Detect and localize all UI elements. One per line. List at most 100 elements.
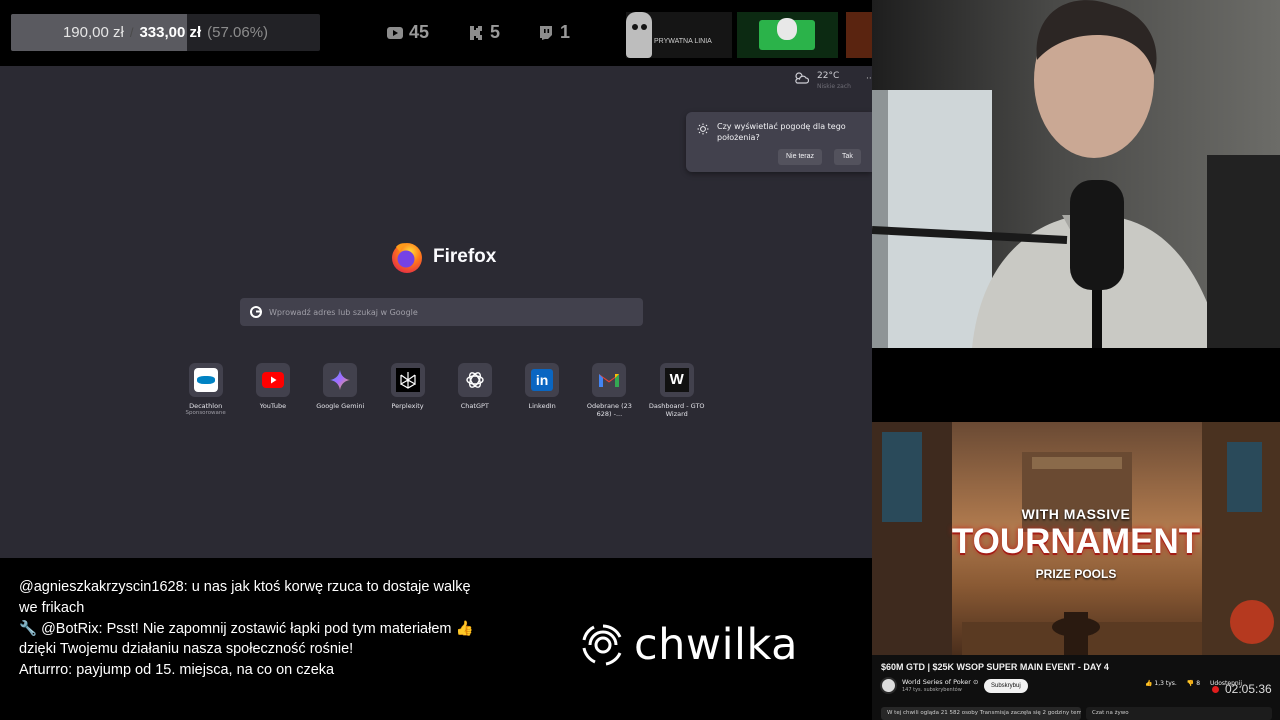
youtube-icon bbox=[387, 26, 403, 39]
spiral-logo-icon bbox=[582, 624, 622, 666]
chat-overlay: @agnieszkakrzyscin1628: u nas jak ktoś k… bbox=[0, 558, 872, 720]
shortcut-label: Google Gemini bbox=[316, 402, 365, 410]
thumbs-down-icon: 👎 bbox=[1186, 680, 1195, 687]
video-caption-bottom: PRIZE POOLS bbox=[1035, 567, 1117, 581]
shortcut-decathlon[interactable]: Decathlon Sponsorowane bbox=[172, 363, 239, 418]
perplexity-icon bbox=[395, 368, 420, 392]
kick-viewer-count: 5 bbox=[468, 22, 500, 43]
stream-timer: 02:05:36 bbox=[1225, 682, 1272, 696]
partial-thumbnail bbox=[846, 12, 872, 58]
youtube-icon bbox=[261, 372, 284, 388]
dislike-button[interactable]: 👎 8 bbox=[1187, 680, 1200, 687]
chat-messages: @agnieszkakrzyscin1628: u nas jak ktoś k… bbox=[19, 577, 489, 681]
sun-icon bbox=[697, 123, 709, 135]
kick-icon bbox=[470, 25, 482, 40]
live-chat-header[interactable]: Czat na żywo bbox=[1086, 707, 1272, 720]
like-count: 1,3 tys. bbox=[1154, 680, 1177, 687]
shortcut-label: Perplexity bbox=[391, 402, 424, 410]
youtube-video-player[interactable]: WITH MASSIVE TOURNAMENT PRIZE POOLS bbox=[872, 422, 1280, 655]
live-info: W tej chwili ogląda 21 582 osoby Transmi… bbox=[881, 707, 1081, 720]
shortcut-gto-wizard[interactable]: W Dashboard - GTO Wizard bbox=[643, 363, 710, 418]
shortcut-label: Decathlon bbox=[189, 402, 223, 410]
channel-avatar[interactable] bbox=[880, 677, 897, 694]
gmail-icon bbox=[599, 374, 620, 387]
video-caption-main: TOURNAMENT bbox=[951, 522, 1201, 561]
shortcut-tile-box bbox=[457, 363, 492, 397]
shortcut-tile-box: W bbox=[659, 363, 694, 397]
sponsored-label: Sponsorowane bbox=[185, 410, 226, 416]
shortcut-tile-box bbox=[188, 363, 223, 397]
firefox-new-tab: 22°C Niskie zach ··· Czy wyświetlać pogo… bbox=[0, 66, 872, 558]
like-button[interactable]: 👍 1,3 tys. bbox=[1145, 680, 1177, 687]
thumbs-up-icon: 👍 bbox=[1145, 680, 1153, 687]
twitch-viewer-value: 1 bbox=[560, 22, 571, 42]
not-now-button[interactable]: Nie teraz bbox=[778, 149, 823, 165]
youtube-panel: WITH MASSIVE TOURNAMENT PRIZE POOLS $60M… bbox=[872, 422, 1280, 720]
stream-top-bar: 190,00 zł / 333,00 zł (57.06%) 45 5 1 PR… bbox=[0, 0, 872, 66]
shortcut-tile-box bbox=[255, 363, 290, 397]
weather-temperature: 22°C bbox=[817, 71, 840, 81]
firefox-logo: Firefox bbox=[389, 239, 496, 275]
weather-description: Niskie zach bbox=[817, 83, 851, 90]
shortcut-tile-box bbox=[390, 363, 425, 397]
weather-location-popup: Czy wyświetlać pogodę dla tego położenia… bbox=[686, 112, 872, 172]
donation-goal-text: 190,00 zł / 333,00 zł (57.06%) bbox=[11, 14, 320, 51]
channel-name[interactable]: World Series of Poker ⊙ bbox=[902, 678, 978, 686]
subscribe-button[interactable]: Subskrybuj bbox=[984, 679, 1028, 693]
mask-icon bbox=[626, 12, 652, 58]
dislike-count: 8 bbox=[1196, 680, 1201, 687]
search-input[interactable] bbox=[269, 307, 629, 317]
goal-target: 333,00 zł bbox=[139, 24, 202, 41]
search-bar[interactable] bbox=[240, 298, 643, 326]
chat-message: @agnieszkakrzyscin1628: u nas jak ktoś k… bbox=[19, 579, 471, 616]
firefox-wordmark: Firefox bbox=[433, 246, 497, 267]
youtube-viewer-count: 45 bbox=[387, 22, 429, 43]
kick-viewer-value: 5 bbox=[490, 22, 501, 42]
twitch-icon bbox=[540, 25, 552, 40]
top-sites: Decathlon Sponsorowane YouTube Google Ge… bbox=[172, 363, 710, 418]
portrait-icon bbox=[777, 18, 797, 40]
shortcut-perplexity[interactable]: Perplexity bbox=[374, 363, 441, 418]
brand-name: chwilka bbox=[634, 620, 798, 670]
linkedin-icon: in bbox=[531, 369, 554, 391]
streamer-image bbox=[872, 0, 1280, 348]
recording-dot-icon bbox=[1212, 686, 1219, 693]
shortcut-linkedin[interactable]: in LinkedIn bbox=[508, 363, 575, 418]
yes-button[interactable]: Tak bbox=[834, 149, 861, 165]
brand-logo: chwilka bbox=[580, 620, 798, 670]
decathlon-icon bbox=[193, 368, 218, 392]
weather-widget[interactable]: 22°C Niskie zach bbox=[793, 71, 851, 90]
shortcut-tile-box: in bbox=[525, 363, 560, 397]
shortcut-youtube[interactable]: YouTube bbox=[239, 363, 306, 418]
webcam-feed bbox=[872, 0, 1280, 348]
popup-message: Czy wyświetlać pogodę dla tego położenia… bbox=[717, 122, 846, 142]
gemini-icon bbox=[330, 370, 351, 390]
shortcut-tile-box bbox=[323, 363, 358, 397]
twitch-viewer-count: 1 bbox=[538, 22, 570, 43]
shortcut-label: Odebrane (23 628) -... bbox=[586, 402, 632, 418]
goal-percent: (57.06%) bbox=[207, 24, 269, 41]
youtube-viewer-value: 45 bbox=[409, 22, 430, 42]
shortcut-label: Dashboard - GTO Wizard bbox=[648, 402, 705, 418]
gto-wizard-icon: W bbox=[664, 368, 689, 392]
chat-message: 🔧 @BotRix: Psst! Nie zapomnij zostawić ł… bbox=[19, 620, 474, 658]
video-title: $60M GTD | $25K WSOP SUPER MAIN EVENT - … bbox=[881, 662, 1109, 672]
google-icon bbox=[250, 306, 262, 318]
webcam-gap bbox=[872, 348, 1280, 422]
goal-current: 190,00 zł bbox=[62, 24, 124, 41]
donation-goal-bar: 190,00 zł / 333,00 zł (57.06%) bbox=[11, 14, 320, 51]
video-caption-top: WITH MASSIVE bbox=[1021, 506, 1131, 522]
subscriber-count: 147 tys. subskrybentów bbox=[902, 687, 962, 693]
shortcut-gemini[interactable]: Google Gemini bbox=[307, 363, 374, 418]
chat-message: Arturrro: payjump od 15. miejsca, na co … bbox=[19, 662, 335, 679]
shortcut-tile-box bbox=[592, 363, 627, 397]
shortcut-chatgpt[interactable]: ChatGPT bbox=[441, 363, 508, 418]
shortcut-gmail[interactable]: Odebrane (23 628) -... bbox=[576, 363, 643, 418]
ticket-thumbnail bbox=[737, 12, 838, 58]
private-line-label: PRYWATNA LINIA bbox=[654, 38, 712, 45]
shortcut-label: YouTube bbox=[259, 402, 287, 410]
goal-separator: / bbox=[129, 25, 134, 40]
firefox-icon bbox=[392, 243, 422, 273]
chatgpt-icon bbox=[466, 372, 484, 388]
shortcut-label: ChatGPT bbox=[460, 402, 489, 410]
